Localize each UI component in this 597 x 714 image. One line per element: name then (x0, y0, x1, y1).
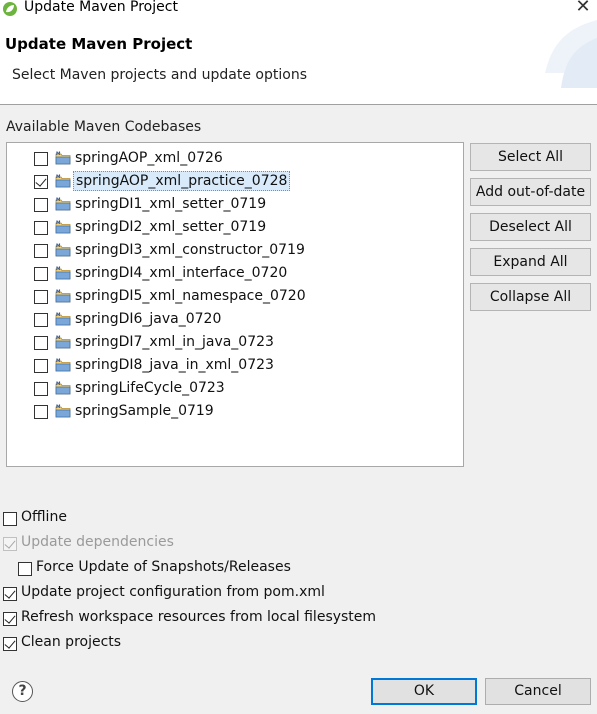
help-icon[interactable]: ? (12, 681, 33, 702)
refresh-workspace-checkbox[interactable] (3, 612, 17, 626)
tree-row[interactable]: MspringDI2_xml_setter_0719 (7, 216, 463, 239)
maven-project-folder-icon: M (55, 151, 71, 165)
project-checkbox[interactable] (34, 313, 48, 327)
header-title: Update Maven Project (5, 35, 193, 53)
tree-row[interactable]: MspringDI4_xml_interface_0720 (7, 262, 463, 285)
offline-label: Offline (21, 509, 67, 525)
banner-decoration (545, 20, 597, 88)
project-label: springAOP_xml_practice_0728 (73, 171, 291, 191)
svg-text:M: M (56, 358, 61, 364)
tree-row[interactable]: MspringDI3_xml_constructor_0719 (7, 239, 463, 262)
header-separator (0, 104, 597, 105)
tree-row[interactable]: MspringDI5_xml_namespace_0720 (7, 285, 463, 308)
project-checkbox[interactable] (34, 336, 48, 350)
project-checkbox[interactable] (34, 290, 48, 304)
window-title: Update Maven Project (24, 0, 178, 15)
maven-project-folder-icon: M (55, 335, 71, 349)
select-all-button[interactable]: Select All (470, 143, 591, 171)
project-label: springDI5_xml_namespace_0720 (75, 288, 306, 304)
close-icon[interactable]: ✕ (572, 0, 594, 17)
header-description: Select Maven projects and update options (12, 67, 307, 83)
tree-row[interactable]: MspringAOP_xml_0726 (7, 147, 463, 170)
tree-row[interactable]: MspringDI1_xml_setter_0719 (7, 193, 463, 216)
ok-button[interactable]: OK (371, 678, 477, 705)
project-label: springAOP_xml_0726 (75, 150, 223, 166)
project-checkbox[interactable] (34, 244, 48, 258)
deselect-all-button[interactable]: Deselect All (470, 213, 591, 241)
svg-text:M: M (56, 151, 61, 157)
project-checkbox[interactable] (34, 198, 48, 212)
add-out-of-date-button[interactable]: Add out-of-date (470, 178, 591, 206)
svg-text:M: M (56, 243, 61, 249)
tree-row[interactable]: MspringDI8_java_in_xml_0723 (7, 354, 463, 377)
expand-all-button[interactable]: Expand All (470, 248, 591, 276)
offline-checkbox[interactable] (3, 512, 17, 526)
tree-row[interactable]: MspringSample_0719 (7, 400, 463, 423)
svg-text:M: M (56, 220, 61, 226)
maven-project-folder-icon: M (55, 174, 71, 188)
maven-project-folder-icon: M (55, 358, 71, 372)
project-label: springDI2_xml_setter_0719 (75, 219, 267, 235)
project-label: springDI7_xml_in_java_0723 (75, 334, 274, 350)
project-checkbox[interactable] (34, 267, 48, 281)
clean-projects-label: Clean projects (21, 634, 122, 650)
project-label: springDI8_java_in_xml_0723 (75, 357, 274, 373)
project-checkbox[interactable] (34, 152, 48, 166)
project-label: springDI4_xml_interface_0720 (75, 265, 288, 281)
maven-project-folder-icon: M (55, 220, 71, 234)
update-config-label: Update project configuration from pom.xm… (21, 584, 325, 600)
project-checkbox[interactable] (34, 175, 48, 189)
tree-row[interactable]: MspringLifeCycle_0723 (7, 377, 463, 400)
cancel-button[interactable]: Cancel (485, 678, 591, 705)
maven-project-folder-icon: M (55, 243, 71, 257)
maven-project-folder-icon: M (55, 312, 71, 326)
project-label: springDI3_xml_constructor_0719 (75, 242, 305, 258)
svg-text:M: M (56, 404, 61, 410)
refresh-workspace-label: Refresh workspace resources from local f… (21, 609, 377, 625)
svg-text:M: M (56, 266, 61, 272)
spring-leaf-icon (3, 2, 17, 16)
tree-row[interactable]: MspringAOP_xml_practice_0728 (7, 170, 463, 193)
maven-project-folder-icon: M (55, 266, 71, 280)
clean-projects-checkbox[interactable] (3, 637, 17, 651)
maven-project-folder-icon: M (55, 381, 71, 395)
project-checkbox[interactable] (34, 382, 48, 396)
tree-row[interactable]: MspringDI6_java_0720 (7, 308, 463, 331)
title-bar: Update Maven Project ✕ (0, 0, 597, 18)
force-update-label: Force Update of Snapshots/Releases (36, 559, 291, 575)
tree-row[interactable]: MspringDI7_xml_in_java_0723 (7, 331, 463, 354)
project-label: springLifeCycle_0723 (75, 380, 225, 396)
svg-text:M: M (56, 381, 61, 387)
maven-project-folder-icon: M (55, 197, 71, 211)
collapse-all-button[interactable]: Collapse All (470, 283, 591, 311)
project-label: springDI1_xml_setter_0719 (75, 196, 267, 212)
codebases-tree[interactable]: MspringAOP_xml_0726 MspringAOP_xml_practi… (6, 142, 464, 467)
update-dependencies-checkbox (3, 537, 17, 551)
maven-project-folder-icon: M (55, 289, 71, 303)
force-update-checkbox[interactable] (18, 562, 32, 576)
svg-text:M: M (56, 174, 61, 180)
project-checkbox[interactable] (34, 221, 48, 235)
codebases-label: Available Maven Codebases (6, 119, 202, 135)
project-checkbox[interactable] (34, 405, 48, 419)
svg-text:M: M (56, 197, 61, 203)
project-label: springDI6_java_0720 (75, 311, 222, 327)
svg-text:M: M (56, 289, 61, 295)
svg-text:M: M (56, 335, 61, 341)
maven-project-folder-icon: M (55, 404, 71, 418)
project-label: springSample_0719 (75, 403, 214, 419)
update-dependencies-label: Update dependencies (21, 534, 174, 550)
update-config-checkbox[interactable] (3, 587, 17, 601)
svg-text:M: M (56, 312, 61, 318)
dialog-header: Update Maven Project Select Maven projec… (0, 18, 597, 104)
project-checkbox[interactable] (34, 359, 48, 373)
